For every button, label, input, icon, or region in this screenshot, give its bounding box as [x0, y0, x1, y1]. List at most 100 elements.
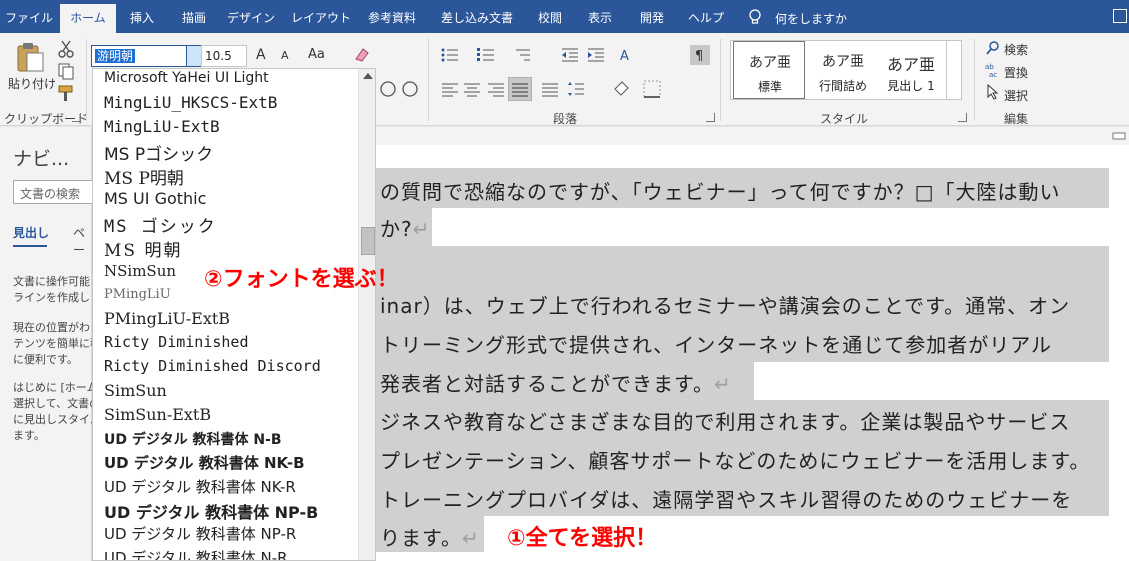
- paragraph-mark: ↵: [412, 217, 431, 241]
- decrease-indent-icon[interactable]: [560, 45, 580, 65]
- font-name-combobox[interactable]: 游明朝: [91, 45, 201, 67]
- font-option[interactable]: Ricty Diminished: [104, 333, 249, 351]
- font-option[interactable]: NSimSun: [104, 262, 176, 280]
- show-formatting-marks-icon[interactable]: ¶: [690, 45, 710, 65]
- nav-tab-headings[interactable]: 見出し: [13, 224, 49, 241]
- font-option[interactable]: Microsoft YaHei UI Light: [104, 70, 269, 86]
- distributed-icon[interactable]: [540, 79, 560, 99]
- paragraph-dialog-launcher-icon[interactable]: [706, 113, 715, 122]
- bullets-icon[interactable]: [440, 45, 460, 65]
- copy-icon[interactable]: [56, 61, 76, 81]
- grow-font-button[interactable]: A: [256, 47, 266, 63]
- tab-insert[interactable]: 挿入: [120, 0, 164, 33]
- nav-search-placeholder: 文書の検索: [20, 187, 81, 201]
- enclose-characters-icon[interactable]: [400, 79, 420, 99]
- numbering-icon[interactable]: [476, 45, 496, 65]
- multilevel-list-icon[interactable]: [512, 45, 532, 65]
- find-button[interactable]: 検索: [1004, 41, 1028, 58]
- font-option[interactable]: MS UI Gothic: [104, 189, 206, 208]
- select-button[interactable]: 選択: [1004, 87, 1028, 104]
- document-text-line: か?↵: [380, 213, 430, 242]
- group-divider: [974, 39, 975, 121]
- replace-icon: ab ac: [985, 63, 997, 78]
- scrollbar-thumb[interactable]: [361, 227, 375, 255]
- line-spacing-icon[interactable]: [566, 79, 586, 99]
- font-option[interactable]: MS 明朝: [104, 236, 182, 261]
- font-option[interactable]: MingLiU-ExtB: [104, 117, 220, 136]
- circled-character-icon[interactable]: [378, 79, 398, 99]
- shading-icon[interactable]: [612, 79, 632, 99]
- tab-home[interactable]: ホーム: [60, 4, 116, 33]
- paste-button[interactable]: 貼り付け: [8, 75, 56, 92]
- tab-file[interactable]: ファイル: [0, 0, 58, 33]
- style-preview: あア亜: [822, 54, 864, 70]
- clipboard-dialog-launcher-icon[interactable]: [72, 113, 81, 122]
- align-left-icon[interactable]: [440, 79, 460, 99]
- chevron-down-icon[interactable]: [186, 46, 201, 66]
- clear-formatting-icon[interactable]: [352, 45, 372, 65]
- tab-developer[interactable]: 開発: [630, 0, 674, 33]
- tab-draw[interactable]: 描画: [172, 0, 216, 33]
- font-option[interactable]: UD デジタル 教科書体 NK-B: [104, 452, 305, 473]
- font-option[interactable]: UD デジタル 教科書体 N-R: [104, 547, 288, 560]
- font-option[interactable]: UD デジタル 教科書体 NK-R: [104, 476, 296, 497]
- horizontal-ruler[interactable]: [376, 127, 1129, 145]
- asian-layout-icon[interactable]: A: [618, 45, 638, 65]
- format-painter-icon[interactable]: [56, 83, 76, 103]
- style-normal[interactable]: あア亜 標準: [733, 41, 805, 99]
- font-option[interactable]: PMingLiU: [104, 287, 171, 302]
- cut-icon[interactable]: [56, 39, 76, 59]
- font-option[interactable]: UD デジタル 教科書体 NP-B: [104, 499, 318, 523]
- increase-indent-icon[interactable]: [586, 45, 606, 65]
- borders-icon[interactable]: [642, 79, 662, 99]
- replace-button[interactable]: 置換: [1004, 64, 1028, 81]
- change-case-button[interactable]: Aa: [308, 47, 325, 62]
- font-option[interactable]: SimSun-ExtB: [104, 405, 211, 424]
- font-list-scrollbar[interactable]: [358, 69, 375, 560]
- lightbulb-icon[interactable]: [748, 9, 762, 25]
- tab-review[interactable]: 校閲: [528, 0, 572, 33]
- nav-search-input[interactable]: 文書の検索: [13, 180, 93, 204]
- tab-view[interactable]: 表示: [578, 0, 622, 33]
- svg-text:ac: ac: [989, 71, 997, 78]
- font-option[interactable]: UD デジタル 教科書体 N-B: [104, 429, 282, 449]
- align-center-icon[interactable]: [462, 79, 482, 99]
- font-option[interactable]: Ricty Diminished Discord: [104, 357, 321, 375]
- align-right-icon[interactable]: [486, 79, 506, 99]
- document-text-line: トリーミング形式で提供され、インターネットを通じて参加者がリアル: [380, 333, 1052, 357]
- font-option[interactable]: PMingLiU-ExtB: [104, 309, 230, 328]
- group-divider: [720, 39, 721, 121]
- font-size-combobox[interactable]: 10.5: [201, 45, 247, 67]
- paste-icon[interactable]: [14, 41, 46, 73]
- document-text-line: ジネスや教育などさまざまな目的で利用されます。企業は製品やサービス: [380, 410, 1071, 434]
- tab-design[interactable]: デザイン: [222, 0, 280, 33]
- tab-references[interactable]: 参考資料: [360, 0, 424, 33]
- navigation-pane-title: ナビ...: [13, 148, 70, 170]
- styles-dialog-launcher-icon[interactable]: [958, 113, 967, 122]
- svg-text:A: A: [620, 49, 629, 64]
- font-option[interactable]: UD デジタル 教科書体 NP-R: [104, 523, 296, 544]
- shrink-font-button[interactable]: A: [281, 49, 289, 62]
- font-name-value: 游明朝: [95, 49, 136, 63]
- style-heading-1[interactable]: あア亜 見出し 1: [875, 41, 947, 99]
- scroll-up-arrow-icon[interactable]: [363, 73, 373, 79]
- tab-layout[interactable]: レイアウト: [286, 0, 356, 33]
- font-option[interactable]: MingLiU_HKSCS-ExtB: [104, 93, 277, 112]
- style-no-spacing[interactable]: あア亜 行間詰め: [807, 41, 879, 99]
- font-option[interactable]: MS P明朝: [104, 164, 184, 189]
- document-text-line: 発表者と対話することができます。↵: [380, 368, 732, 397]
- styles-gallery-scroll[interactable]: [946, 40, 962, 100]
- nav-tab-pages[interactable]: ペー: [73, 224, 91, 258]
- style-preview: あア亜: [886, 55, 935, 74]
- font-option[interactable]: MS Pゴシック: [104, 140, 213, 165]
- justify-icon[interactable]: [508, 77, 532, 101]
- ribbon-display-options-icon[interactable]: [1113, 9, 1127, 23]
- style-label: 行間詰め: [818, 79, 867, 93]
- font-option[interactable]: SimSun: [104, 381, 167, 400]
- ruler-toggle-icon[interactable]: [1111, 128, 1127, 144]
- tab-mailings[interactable]: 差し込み文書: [432, 0, 522, 33]
- nav-help-text: ます。: [13, 429, 45, 442]
- tell-me-search[interactable]: 何をしますか: [775, 10, 847, 27]
- tab-help[interactable]: ヘルプ: [682, 0, 730, 33]
- font-option[interactable]: MS ゴシック: [104, 212, 217, 237]
